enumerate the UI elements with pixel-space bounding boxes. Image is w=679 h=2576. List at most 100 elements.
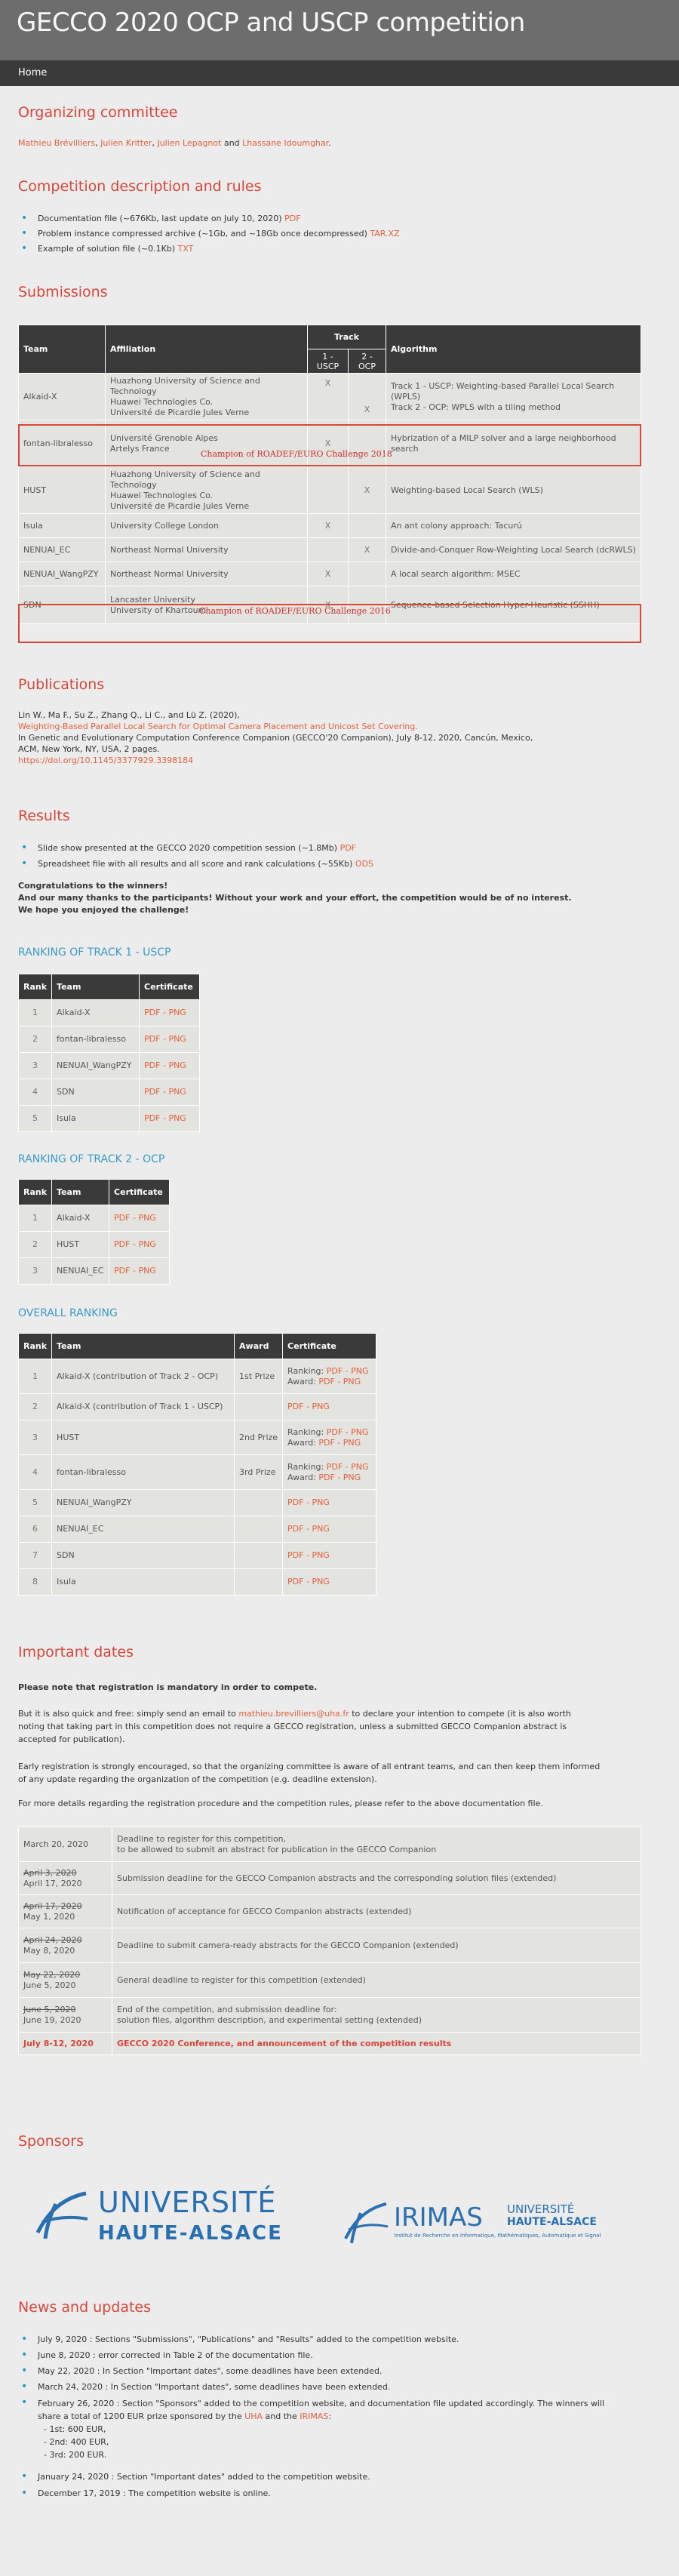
certificate-link[interactable]: PDF - PNG (327, 1462, 369, 1472)
date-cell: April 24, 2020 May 8, 2020 (18, 1928, 112, 1963)
col-award: Award (234, 1333, 284, 1359)
rank-cell: 1 (17, 1359, 53, 1394)
irimas-university: UNIVERSITÉ (507, 2202, 575, 2216)
rank-cell: 4 (17, 1079, 53, 1106)
desc-line: End of the competition, and submission d… (117, 2004, 337, 2014)
certificate-link[interactable]: PDF - PNG (139, 1052, 201, 1079)
member-link[interactable]: Mathieu Brévilliers (18, 138, 95, 148)
team-cell: Isula (51, 1105, 140, 1132)
news-item: January 24, 2020 : Section "Important da… (18, 2470, 370, 2483)
aff-line: Huawei Technologies Co. (110, 490, 214, 500)
submissions-heading: Submissions (18, 284, 108, 300)
team-cell: Isula (51, 1568, 235, 1596)
team-cell: HUST (51, 1420, 235, 1455)
nav-home-link[interactable]: Home (18, 67, 47, 78)
col-track1: 1 - USCP (307, 349, 349, 374)
email-link[interactable]: mathieu.brevilliers@uha.fr (238, 1709, 349, 1719)
col-team: Team (51, 1179, 110, 1205)
instances-link[interactable]: TAR.XZ (370, 229, 399, 239)
irimas-logo[interactable]: IRIMAS UNIVERSITÉ HAUTE-ALSACE Institut … (343, 2199, 644, 2252)
news-item: July 9, 2020 : Sections "Submissions", "… (18, 2333, 459, 2346)
track2-ranking-table: Rank Team Certificate 1 Alkaid-X PDF - PNG 2… (17, 1179, 171, 1285)
certificate-link[interactable]: PDF - PNG (318, 1473, 361, 1482)
prize-line: - 1st: 600 EUR, (44, 2424, 106, 2434)
certificate-link[interactable]: PDF - PNG (282, 1568, 377, 1596)
team-cell: HUST (18, 466, 106, 514)
col-team: Team (51, 1333, 235, 1359)
table-row: March 20, 2020 Deadline to register for t… (18, 1827, 641, 1862)
overall-ranking-table: Rank Team Award Certificate 1 Alkaid-X (cont… (17, 1333, 377, 1596)
irimas-haute-alsace: HAUTE-ALSACE (507, 2216, 597, 2228)
news-text: and the (263, 2411, 300, 2421)
certificate-link[interactable]: PDF - PNG (139, 999, 201, 1026)
certificate-link[interactable]: PDF - PNG (282, 1516, 377, 1543)
certificate-link[interactable]: PDF - PNG (327, 1427, 369, 1437)
example-link[interactable]: TXT (178, 244, 194, 254)
news-item: May 22, 2020 : In Section "Important dat… (18, 2365, 383, 2377)
col-certificate: Certificate (109, 1179, 171, 1205)
certificate-link[interactable]: PDF - PNG (139, 1079, 201, 1106)
certificate-link[interactable]: PDF - PNG (282, 1393, 377, 1420)
award-cell (234, 1489, 284, 1516)
item-text: Spreadsheet file with all results and al… (38, 859, 353, 869)
team-cell: SDN (51, 1079, 140, 1106)
table-row: 4 fontan-libralesso 3rd Prize Ranking: PDF … (17, 1454, 377, 1490)
table-row: Alkaid-X Huazhong University of Science … (18, 373, 641, 420)
table-row: 1 Alkaid-X PDF - PNG (17, 999, 201, 1026)
track1-cell: X (307, 373, 349, 420)
aff-line: Huazhong University of Science and Techn… (110, 469, 260, 490)
alg-line: Track 1 - USCP: Weighting-based Parallel… (391, 380, 615, 402)
certificate-link[interactable]: PDF - PNG (318, 1438, 361, 1448)
certificate-link[interactable]: PDF - PNG (109, 1205, 171, 1232)
list-item: Documentation file (~676Kb, last update … (18, 212, 301, 225)
doc-pdf-link[interactable]: PDF (284, 214, 300, 223)
sheet-ods-link[interactable]: ODS (355, 859, 373, 869)
team-cell: NENUAI_WangPZY (51, 1489, 235, 1516)
pub-title-link[interactable]: Weighting-Based Parallel Local Search fo… (18, 721, 533, 732)
news-text: share a total of 1200 EUR prize sponsore… (38, 2411, 245, 2421)
list-item: Problem instance compressed archive (~1G… (18, 227, 400, 240)
text: Early registration is strongly encourage… (18, 1762, 601, 1771)
uha-line2: HAUTE-ALSACE (98, 2222, 283, 2245)
table-row: 3 HUST 2nd Prize Ranking: PDF - PNG Award: P… (17, 1420, 377, 1455)
track2-cell (348, 562, 386, 586)
dates-table: March 20, 2020 Deadline to register for t… (18, 1827, 641, 2055)
certificate-link[interactable]: PDF - PNG (109, 1257, 171, 1285)
track2-cell: X (348, 373, 386, 420)
certificate-link[interactable]: PDF - PNG (282, 1542, 377, 1569)
award-cell (234, 1516, 284, 1543)
table-row: April 3, 2020 April 17, 2020 Submission de… (18, 1861, 641, 1895)
certificate-link[interactable]: PDF - PNG (327, 1366, 369, 1376)
rank-cell: 5 (17, 1489, 53, 1516)
team-cell: NENUAI_EC (51, 1516, 235, 1543)
member-link[interactable]: Julien Lepagnot (157, 138, 221, 148)
award-cell: 1st Prize (234, 1359, 284, 1394)
certificate-link[interactable]: PDF - PNG (139, 1105, 201, 1132)
date-new: June 19, 2020 (23, 2014, 81, 2025)
certificate-link[interactable]: PDF - PNG (139, 1026, 201, 1053)
certificate-link[interactable]: PDF - PNG (318, 1377, 361, 1386)
member-link[interactable]: Lhassane Idoumghar (242, 138, 328, 148)
team-cell: NENUAI_WangPZY (51, 1052, 140, 1079)
member-link[interactable]: Julien Kritter (100, 138, 152, 148)
certificate-link[interactable]: PDF - PNG (282, 1489, 377, 1516)
algorithm-cell: Divide-and-Conquer Row-Weighting Local S… (386, 537, 641, 562)
uha-link[interactable]: UHA (244, 2411, 263, 2421)
date-old: April 24, 2020 (23, 1934, 82, 1945)
irimas-link[interactable]: IRIMAS (300, 2411, 328, 2421)
pub-authors: Lin W., Ma F., Su Z., Zhang Q., Li C., a… (18, 710, 240, 720)
aff-line: Université de Picardie Jules Verne (110, 407, 250, 417)
publication-citation: Lin W., Ma F., Su Z., Zhang Q., Li C., a… (18, 709, 533, 766)
date-old: May 22, 2020 (23, 1969, 81, 1980)
congrats-line: Congratulations to the winners! (18, 881, 168, 891)
certificate-link[interactable]: PDF - PNG (109, 1231, 171, 1258)
alg-line: Track 2 - OCP: WPLS with a tiling method (391, 402, 561, 412)
uha-logo[interactable]: UNIVERSITÉ HAUTE-ALSACE (33, 2183, 335, 2251)
aff-line: Huazhong University of Science and Techn… (110, 375, 260, 396)
champion-2018-label: Champion of ROADEF/EURO Challenge 2018 (201, 449, 392, 459)
col-track2: 2 - OCP (348, 349, 386, 374)
team-cell: fontan-libralesso (51, 1026, 140, 1053)
pub-venue: In Genetic and Evolutionary Computation … (18, 733, 533, 743)
slides-pdf-link[interactable]: PDF (340, 843, 356, 853)
pub-doi-link[interactable]: https://doi.org/10.1145/3377929.3398184 (18, 755, 533, 766)
